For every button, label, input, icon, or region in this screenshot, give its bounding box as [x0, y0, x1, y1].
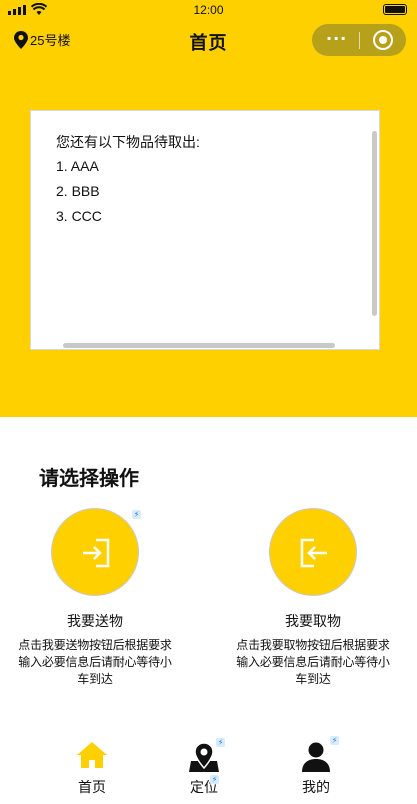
navigation-bar: 25号楼 首页 ··· [0, 22, 417, 60]
battery-icon [383, 4, 407, 15]
send-item-description: 点击我要送物按钮后根据要求输入必要信息后请耐心等待小车到达 [18, 638, 172, 686]
user-icon [302, 742, 330, 772]
bolt-badge-icon: ⚡ [216, 738, 225, 747]
pending-item: 3. CCC [56, 208, 102, 224]
logout-arrow-icon [300, 538, 327, 568]
more-icon[interactable]: ··· [326, 29, 347, 48]
pending-items-panel[interactable]: 您还有以下物品待取出: 1. AAA 2. BBB 3. CCC [30, 110, 380, 350]
tab-location[interactable]: ⚡ ⚡ 定位 [164, 735, 244, 797]
vertical-scrollbar[interactable] [372, 131, 377, 316]
horizontal-scrollbar[interactable] [63, 343, 335, 348]
pickup-item-description: 点击我要取物按钮后根据要求输入必要信息后请耐心等待小车到达 [236, 638, 390, 686]
tab-bar: 首页 ⚡ ⚡ 定位 ⚡ 我的 [0, 735, 417, 804]
pending-item: 2. BBB [56, 183, 100, 199]
send-item-label: 我要送物 [67, 613, 123, 629]
tab-home[interactable]: 首页 [52, 735, 132, 797]
menu-capsule: ··· [312, 24, 406, 56]
send-item-action: ⚡ 我要送物 点击我要送物按钮后根据要求输入必要信息后请耐心等待小车到达 [10, 508, 180, 688]
status-bar: 12:00 [0, 0, 417, 20]
pending-item: 1. AAA [56, 158, 99, 174]
login-arrow-icon [83, 538, 110, 568]
bolt-badge-icon: ⚡ [132, 510, 141, 519]
pickup-item-button[interactable] [269, 508, 357, 596]
capsule-divider [359, 32, 360, 49]
bolt-badge-icon: ⚡ [210, 775, 219, 784]
pickup-item-label: 我要取物 [285, 613, 341, 629]
send-item-button[interactable]: ⚡ [51, 508, 141, 596]
section-title: 请选择操作 [39, 466, 139, 490]
status-time: 12:00 [193, 3, 224, 17]
tab-home-label: 首页 [78, 779, 106, 795]
bolt-badge-icon: ⚡ [330, 736, 339, 745]
tab-profile-label: 我的 [302, 779, 330, 795]
home-icon [77, 742, 107, 768]
pickup-item-action: 我要取物 点击我要取物按钮后根据要求输入必要信息后请耐心等待小车到达 [228, 508, 398, 688]
close-miniprogram-icon[interactable] [373, 30, 393, 50]
pending-items-heading: 您还有以下物品待取出: [56, 134, 200, 150]
tab-location-label: 定位 [190, 779, 218, 795]
tab-profile[interactable]: ⚡ 我的 [276, 735, 356, 797]
